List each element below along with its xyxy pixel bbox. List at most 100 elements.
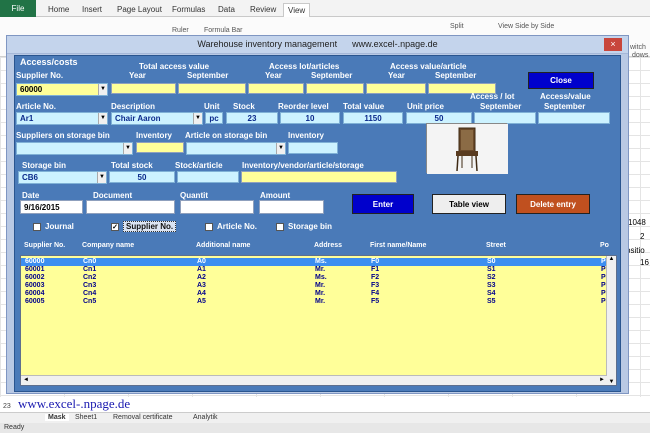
unit-field[interactable]: pc	[205, 112, 223, 124]
amount-field[interactable]	[259, 200, 324, 214]
total-access-sept-field[interactable]	[178, 83, 246, 94]
sheet-tab-mask[interactable]: Mask	[45, 414, 69, 421]
vertical-scrollbar[interactable]: ▲ ▼	[606, 256, 616, 385]
tab-file[interactable]: File	[0, 0, 36, 17]
article-no-checkbox[interactable]: Article No.	[205, 222, 257, 231]
tab-page-layout[interactable]: Page Layout	[113, 3, 166, 17]
table-view-button[interactable]: Table view	[432, 194, 506, 214]
supplier-list[interactable]: 60000Cn0A0Ms.F0S0Pc60001Cn1A1Mr.F1S1Pc16…	[20, 255, 617, 386]
table-cell: S0	[487, 258, 496, 265]
chevron-left-icon[interactable]: ◄	[23, 377, 29, 383]
checkbox-box[interactable]	[205, 222, 213, 231]
col-address[interactable]: Address	[314, 242, 342, 249]
checkbox-box[interactable]	[276, 222, 284, 231]
chevron-down-icon[interactable]: ▼	[97, 172, 106, 183]
table-row[interactable]: 60005Cn5A5Mr.F5S5Pc5	[21, 298, 613, 306]
cell-value: 1048	[628, 218, 646, 227]
dialog-title-text: Warehouse inventory management	[197, 39, 338, 49]
september-label-4: September	[480, 102, 522, 111]
col-postcode[interactable]: Po	[600, 242, 609, 249]
stock-article-field[interactable]	[177, 171, 239, 183]
tab-data[interactable]: Data	[214, 3, 239, 17]
table-cell: A3	[197, 282, 206, 289]
table-cell: Mr.	[315, 266, 326, 273]
chevron-down-icon[interactable]: ▼	[123, 143, 132, 154]
total-stock-field[interactable]: 50	[109, 171, 175, 183]
tab-insert[interactable]: Insert	[78, 3, 106, 17]
frame-label: Access/costs	[20, 57, 78, 67]
inventory-field[interactable]	[136, 142, 184, 153]
journal-checkbox[interactable]: Journal	[33, 222, 74, 231]
inventory-field-2[interactable]	[288, 142, 338, 154]
ruler-checkbox[interactable]: Ruler	[172, 27, 189, 34]
tab-view[interactable]: View	[283, 3, 311, 17]
col-supplier-no[interactable]: Supplier No.	[24, 242, 65, 249]
reorder-level-field[interactable]: 10	[280, 112, 340, 124]
inv-vendor-field[interactable]	[241, 171, 397, 183]
storage-bin-combo[interactable]: CB6 ▼	[18, 171, 107, 184]
total-value-field[interactable]: 1150	[343, 112, 403, 124]
suppliers-on-bin-combo[interactable]: ▼	[16, 142, 133, 155]
chevron-down-icon[interactable]: ▼	[607, 379, 616, 385]
col-company-name[interactable]: Company name	[82, 242, 134, 249]
article-on-bin-combo[interactable]: ▼	[186, 142, 286, 155]
col-street[interactable]: Street	[486, 242, 506, 249]
access-value-year-field[interactable]	[366, 83, 426, 94]
table-cell: 60005	[25, 298, 45, 305]
table-cell: Cn4	[83, 290, 97, 297]
stock-label: Stock	[233, 102, 255, 111]
dialog-panel: Access/costs Supplier No. 60000 ▼ Total a…	[14, 55, 621, 392]
enter-button[interactable]: Enter	[352, 194, 414, 214]
table-row[interactable]: 60001Cn1A1Mr.F1S1Pc1	[21, 266, 613, 274]
tab-formulas[interactable]: Formulas	[168, 3, 209, 17]
table-cell: S4	[487, 290, 496, 297]
sheet-tab-removal[interactable]: Removal certificate	[113, 414, 173, 421]
supplier-no-label: Supplier No.	[16, 71, 64, 80]
date-field[interactable]: 9/16/2015	[20, 200, 83, 214]
table-cell: 60002	[25, 274, 45, 281]
view-side-by-side-button[interactable]: View Side by Side	[498, 23, 554, 30]
checkbox-box[interactable]	[33, 222, 41, 231]
table-row[interactable]: 60000Cn0A0Ms.F0S0Pc	[21, 258, 610, 266]
close-button[interactable]: Close	[528, 72, 594, 89]
access-value-sept-field[interactable]	[538, 112, 610, 124]
table-row[interactable]: 60003Cn3A3Mr.F3S3Pc3	[21, 282, 613, 290]
total-access-year-field[interactable]	[111, 83, 176, 94]
close-icon[interactable]: ×	[604, 38, 622, 51]
supplier-no-checkbox[interactable]: ✓ Supplier No.	[111, 221, 177, 232]
description-combo[interactable]: Chair Aaron ▼	[111, 112, 203, 125]
table-cell: Ms.	[315, 274, 327, 281]
chevron-right-icon[interactable]: ►	[599, 377, 605, 383]
article-no-combo[interactable]: Ar1 ▼	[16, 112, 108, 125]
tab-review[interactable]: Review	[246, 3, 280, 17]
table-cell: A4	[197, 290, 206, 297]
delete-entry-button[interactable]: Delete entry	[516, 194, 590, 214]
storage-bin-checkbox[interactable]: Storage bin	[276, 222, 332, 231]
horizontal-scrollbar[interactable]: ◄ ►	[21, 375, 607, 385]
col-additional-name[interactable]: Additional name	[196, 242, 250, 249]
chevron-down-icon[interactable]: ▼	[276, 143, 285, 154]
split-button[interactable]: Split	[450, 23, 464, 30]
sheet-tab-analytik[interactable]: Analytik	[193, 414, 218, 421]
stock-field[interactable]: 23	[226, 112, 278, 124]
table-row[interactable]: 60002Cn2A2Ms.F2S2Pc2	[21, 274, 613, 282]
chevron-down-icon[interactable]: ▼	[98, 113, 107, 124]
chevron-down-icon[interactable]: ▼	[98, 84, 107, 95]
switch-windows-label[interactable]: witch	[630, 44, 646, 51]
col-first-name[interactable]: First name/Name	[370, 242, 426, 249]
chevron-down-icon[interactable]: ▼	[193, 113, 202, 124]
chevron-up-icon[interactable]: ▲	[607, 256, 616, 262]
supplier-no-combo[interactable]: 60000 ▼	[16, 83, 108, 96]
quantity-field[interactable]	[180, 200, 254, 214]
checkmark-icon[interactable]: ✓	[111, 222, 119, 231]
table-row[interactable]: 60004Cn4A4Mr.F4S4Pc4	[21, 290, 613, 298]
access-lot-year-field[interactable]	[248, 83, 304, 94]
access-lot-sept-field[interactable]	[306, 83, 364, 94]
document-field[interactable]	[86, 200, 175, 214]
table-cell: Mr.	[315, 282, 326, 289]
sheet-tab-sheet1[interactable]: Sheet1	[75, 414, 97, 421]
stock-article-label: Stock/article	[175, 161, 223, 170]
tab-home[interactable]: Home	[44, 3, 73, 17]
formula-bar-checkbox[interactable]: Formula Bar	[204, 27, 243, 34]
table-cell: S1	[487, 266, 496, 273]
